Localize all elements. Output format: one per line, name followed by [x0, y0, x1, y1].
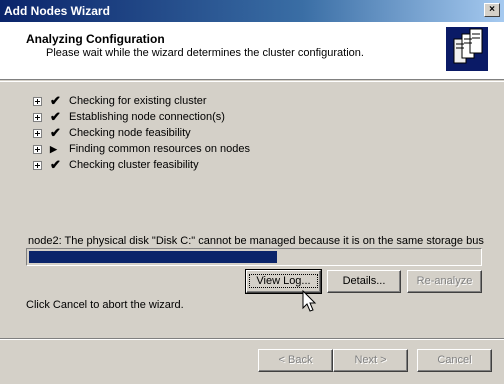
footer-divider	[0, 338, 504, 340]
progress-fill	[29, 251, 277, 263]
check-icon: ✔	[50, 93, 61, 108]
task-label: Checking node feasibility	[69, 127, 191, 139]
progress-bar	[26, 248, 482, 266]
view-log-label: View Log...	[249, 274, 318, 288]
play-arrow-icon: ▶	[50, 144, 57, 154]
task-label: Finding common resources on nodes	[69, 143, 250, 155]
status-message: node2: The physical disk "Disk C:" canno…	[28, 235, 484, 247]
page-subtitle: Please wait while the wizard determines …	[46, 47, 364, 59]
cancel-button[interactable]: Cancel	[417, 349, 492, 372]
page-title: Analyzing Configuration	[26, 32, 165, 46]
cluster-servers-icon	[446, 27, 488, 71]
expand-icon[interactable]	[33, 97, 42, 106]
header-divider	[0, 81, 504, 82]
next-button[interactable]: Next >	[333, 349, 408, 372]
close-button[interactable]: ×	[484, 3, 500, 17]
check-icon: ✔	[50, 125, 61, 140]
expand-icon[interactable]	[33, 129, 42, 138]
task-label: Establishing node connection(s)	[69, 111, 225, 123]
title-bar: Add Nodes Wizard ×	[0, 0, 504, 22]
cancel-hint: Click Cancel to abort the wizard.	[26, 299, 184, 311]
back-button[interactable]: < Back	[258, 349, 333, 372]
task-label: Checking cluster feasibility	[69, 159, 199, 171]
window-title: Add Nodes Wizard	[4, 4, 110, 18]
check-icon: ✔	[50, 109, 61, 124]
mouse-pointer-icon	[302, 289, 320, 314]
expand-icon[interactable]	[33, 113, 42, 122]
expand-icon[interactable]	[33, 145, 42, 154]
wizard-header: Analyzing Configuration Please wait whil…	[0, 22, 504, 80]
check-icon: ✔	[50, 157, 61, 172]
details-button[interactable]: Details...	[327, 270, 401, 293]
expand-icon[interactable]	[33, 161, 42, 170]
reanalyze-button[interactable]: Re-analyze	[407, 270, 482, 293]
task-label: Checking for existing cluster	[69, 95, 207, 107]
